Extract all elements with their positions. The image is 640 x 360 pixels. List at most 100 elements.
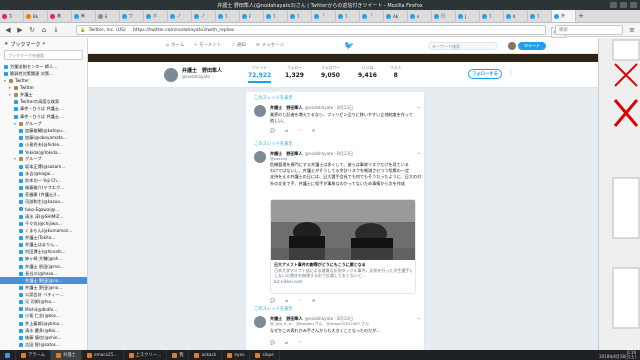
follow-button[interactable]: フォローする (468, 69, 502, 79)
profile-avatar[interactable] (163, 67, 179, 83)
profile-stat[interactable]: ツイート 72,922 (248, 65, 272, 83)
tweet-button[interactable]: ツイート (518, 42, 546, 50)
nav-home[interactable]: ⌂ ホーム (166, 42, 184, 49)
bookmark-folder[interactable]: ▾ Twitter (0, 84, 87, 91)
bookmark-item[interactable]: 弁護士 野田(@no... (0, 277, 87, 285)
bookmark-search-input[interactable]: ブックマークを検索 (4, 50, 83, 60)
taskbar-item[interactable]: アラーム (16, 350, 52, 360)
browser-tab[interactable]: T (528, 10, 552, 22)
browser-tab[interactable]: ノ (168, 10, 192, 22)
retweet-icon[interactable]: ⇄ (285, 340, 288, 345)
bookmark-folder[interactable]: ▾ 弁護士 (0, 92, 87, 99)
nav-moments[interactable]: ϟ モーメント (194, 42, 221, 49)
back-icon[interactable]: ◀ (4, 26, 12, 34)
close-button[interactable] (630, 2, 637, 8)
bookmark-item[interactable]: 清水 淳(@SHIMIZ... (0, 213, 87, 220)
bookmark-item[interactable]: 事件・ひうば 弁護士... (0, 113, 87, 120)
retweet-icon[interactable]: ⇄ (285, 298, 288, 303)
bookmark-item[interactable]: fuko-Egawa(@... (0, 206, 87, 213)
browser-tab[interactable]: T (336, 10, 360, 22)
tweet-reply-to[interactable]: @_tdo_tr_a 、@kdaidai さん、@amoo70072467 さん (270, 321, 420, 327)
start-menu-button[interactable] (0, 350, 16, 360)
browser-tab[interactable]: 弁 (552, 10, 576, 22)
chevron-down-icon[interactable]: ⌄ (417, 150, 421, 156)
tweet-reply-to[interactable]: @xxxxxx (270, 156, 287, 161)
bookmark-item[interactable]: 弁護士 野田(@no... (0, 284, 87, 291)
profile-stat[interactable]: リスト 8 (390, 65, 401, 79)
bookmark-item[interactable]: 弁護士はまりん... (0, 242, 87, 249)
url-bar[interactable]: 🔒 Twitter, Inc. (US) https://twitter.com/… (76, 25, 566, 38)
tweet[interactable]: 弁護士 野田隼人 @nodahayato · 8月13日 ⌄ 業界のじ記者を増えて… (246, 103, 426, 139)
expand-triangle-icon[interactable]: ▾ (9, 93, 13, 97)
taskbar-item[interactable]: 我 (167, 350, 190, 360)
browser-tab[interactable]: F (240, 10, 264, 22)
expand-triangle-icon[interactable]: ▾ (4, 79, 8, 83)
user-avatar[interactable] (508, 42, 516, 50)
bookmark-item[interactable]: Yokida(@Yokida... (0, 149, 87, 156)
bookmark-item[interactable]: くまもん(@kumamon... (0, 227, 87, 234)
browser-tab[interactable]: Ab (384, 10, 408, 22)
browser-tab[interactable]: ノ (192, 10, 216, 22)
chevron-down-icon[interactable]: ⌄ (417, 104, 421, 110)
profile-name[interactable]: 弁護士 野田隼人 (182, 67, 222, 74)
like-icon[interactable]: ♡ (298, 298, 302, 303)
browser-tab[interactable]: T (480, 10, 504, 22)
expand-triangle-icon[interactable]: ▾ (9, 86, 13, 90)
expand-triangle-icon[interactable]: ▾ (14, 157, 18, 161)
browser-tab[interactable]: J (456, 10, 480, 22)
bookmark-item[interactable]: 公認会計 ベティー... (0, 292, 87, 299)
bookmark-item[interactable]: 永吉(@kogai... (0, 170, 87, 177)
thread-link[interactable]: このスレッドを表示 (254, 306, 293, 312)
browser-tab[interactable]: Ti (0, 10, 24, 22)
bookmark-item[interactable]: 弁護士(Tokita... (0, 234, 87, 241)
forward-icon[interactable]: ▶ (16, 26, 24, 34)
thread-link[interactable]: このスレッドを表示 (254, 95, 293, 101)
bookmark-item[interactable]: 姉ヶ崎 大輔(@oh... (0, 256, 87, 263)
tweet-avatar[interactable] (254, 316, 266, 328)
bookmark-item[interactable]: 荘厳康 (弁護士)(... (0, 192, 87, 199)
profile-stat[interactable]: フォロワー 9,050 (321, 65, 340, 79)
bookmark-item[interactable]: 事件・ひうば 弁護士... (0, 106, 87, 113)
tweet-avatar[interactable] (254, 151, 266, 163)
browser-tab[interactable]: K (504, 10, 528, 22)
bookmark-item[interactable]: 脆弱性対策関連 対策... (0, 70, 87, 77)
bookmark-item[interactable]: 加藤雄輔(@katoyu... (0, 127, 87, 134)
bookmark-item[interactable]: 河部和生(@kazuo... (0, 199, 87, 206)
taskbar-item[interactable]: emacs25... (82, 350, 124, 360)
bookmark-item[interactable]: Mishi(@dkdhi... (0, 306, 87, 313)
taskbar-item[interactable]: 上スクリー... (124, 350, 168, 360)
reply-icon[interactable]: 💬 (270, 298, 275, 303)
bookmark-item[interactable]: 加藤(@oboyamata... (0, 134, 87, 141)
expand-triangle-icon[interactable]: ▾ (14, 122, 18, 126)
browser-tab[interactable]: ホ (144, 10, 168, 22)
link-card[interactable]: 日大アメフト事件の謝罪がどうにもこうに要となる 日本大学アメフト部による悪質な反… (270, 199, 416, 294)
bookmark-item[interactable]: Twitterの高度な検索 (0, 99, 87, 106)
nav-messages[interactable]: ✉ メッセージ (256, 42, 284, 49)
reload-icon[interactable]: ↻ (28, 26, 36, 34)
bookmark-item[interactable]: 後藤 慎也(@shin... (0, 334, 87, 341)
browser-tab[interactable]: 新 (72, 10, 96, 22)
sidebar-header[interactable]: ★ ブックマーク ▾ (0, 38, 87, 50)
retweet-icon[interactable]: ⇄ (285, 128, 288, 133)
tweet-author[interactable]: 弁護士 野田隼人 (270, 105, 303, 110)
tweet[interactable]: 弁護士 野田隼人 @nodahayato · 8月13日 @xxxxxx ⌄ 危機… (246, 149, 426, 307)
thread-link[interactable]: このスレッドを表示 (254, 141, 293, 147)
dm-icon[interactable]: ✉ (312, 128, 315, 133)
browser-tab[interactable]: T (264, 10, 288, 22)
browser-tab[interactable]: 「 (312, 10, 336, 22)
taskbar-item[interactable]: slope (250, 350, 280, 360)
bookmark-item[interactable]: 井上義郎(@ybino... (0, 320, 87, 327)
tweet[interactable]: 弁護士 野田隼人 @nodahayato · 8月13日 @_tdo_tr_a 、… (246, 314, 426, 350)
bookmark-item[interactable]: 兄 司郎(@tsu... (0, 299, 87, 306)
bookmark-item[interactable]: 清水 慶多(@Kei... (0, 327, 87, 334)
profile-stat[interactable]: いいね 9,416 (358, 65, 377, 79)
browser-tab[interactable]: E (96, 10, 120, 22)
browser-tab[interactable]: T (288, 10, 312, 22)
bookmark-item[interactable]: 長谷川(@hase... (0, 270, 87, 277)
dm-icon[interactable]: ✉ (312, 298, 315, 303)
browser-tab[interactable]: ワ (120, 10, 144, 22)
chevron-down-icon[interactable]: ⌄ (417, 315, 421, 321)
tweet-avatar[interactable] (254, 105, 266, 117)
browser-tab[interactable]: 着 (48, 10, 72, 22)
bookmark-item[interactable]: 弁護士 前田(@ma... (0, 263, 87, 270)
